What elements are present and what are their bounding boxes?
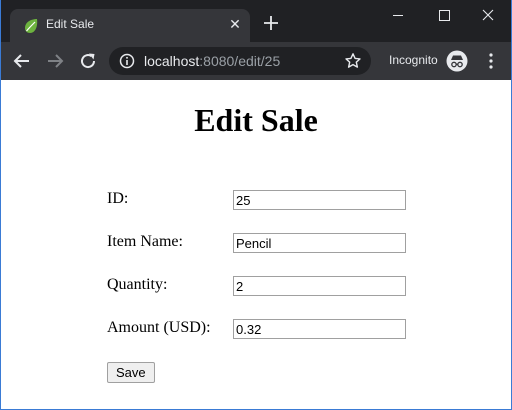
star-icon[interactable] — [344, 52, 362, 70]
minimize-icon[interactable] — [375, 0, 421, 30]
plus-icon[interactable] — [262, 14, 280, 32]
tab-close-icon[interactable]: ✕ — [227, 17, 243, 33]
forward-arrow-icon[interactable] — [45, 51, 65, 71]
tab-strip: Edit Sale ✕ — [1, 0, 511, 42]
page-title: Edit Sale — [194, 102, 318, 138]
spring-leaf-icon — [25, 19, 38, 33]
url-path: :8080/edit/25 — [199, 53, 281, 69]
item-name-input[interactable] — [233, 233, 406, 253]
browser-window: Edit Sale ✕ localhost:8080/edit/25 Incog… — [0, 0, 512, 410]
amount-label: Amount (USD): — [107, 319, 211, 336]
info-icon[interactable] — [119, 53, 135, 69]
item-name-label: Item Name: — [107, 233, 183, 250]
close-icon[interactable] — [465, 0, 511, 30]
amount-input[interactable] — [233, 319, 406, 339]
tab-edit-sale[interactable]: Edit Sale ✕ — [10, 9, 250, 42]
reload-icon[interactable] — [78, 51, 98, 71]
url-text: localhost:8080/edit/25 — [144, 53, 280, 69]
back-arrow-icon[interactable] — [12, 51, 32, 71]
save-button[interactable]: Save — [107, 362, 155, 383]
more-menu-icon[interactable] — [483, 52, 499, 70]
quantity-label: Quantity: — [107, 276, 168, 293]
toolbar: localhost:8080/edit/25 Incognito — [1, 42, 511, 80]
url-host: localhost — [144, 53, 200, 69]
quantity-input[interactable] — [233, 276, 406, 296]
address-bar[interactable]: localhost:8080/edit/25 — [109, 47, 371, 75]
id-input[interactable] — [233, 190, 406, 210]
incognito-icon[interactable] — [446, 50, 468, 72]
tab-title: Edit Sale — [46, 17, 95, 31]
incognito-label: Incognito — [389, 53, 438, 67]
id-label: ID: — [107, 190, 129, 207]
maximize-icon[interactable] — [421, 0, 467, 30]
page-content: Edit Sale ID: Item Name: Quantity: Amoun… — [1, 80, 511, 409]
